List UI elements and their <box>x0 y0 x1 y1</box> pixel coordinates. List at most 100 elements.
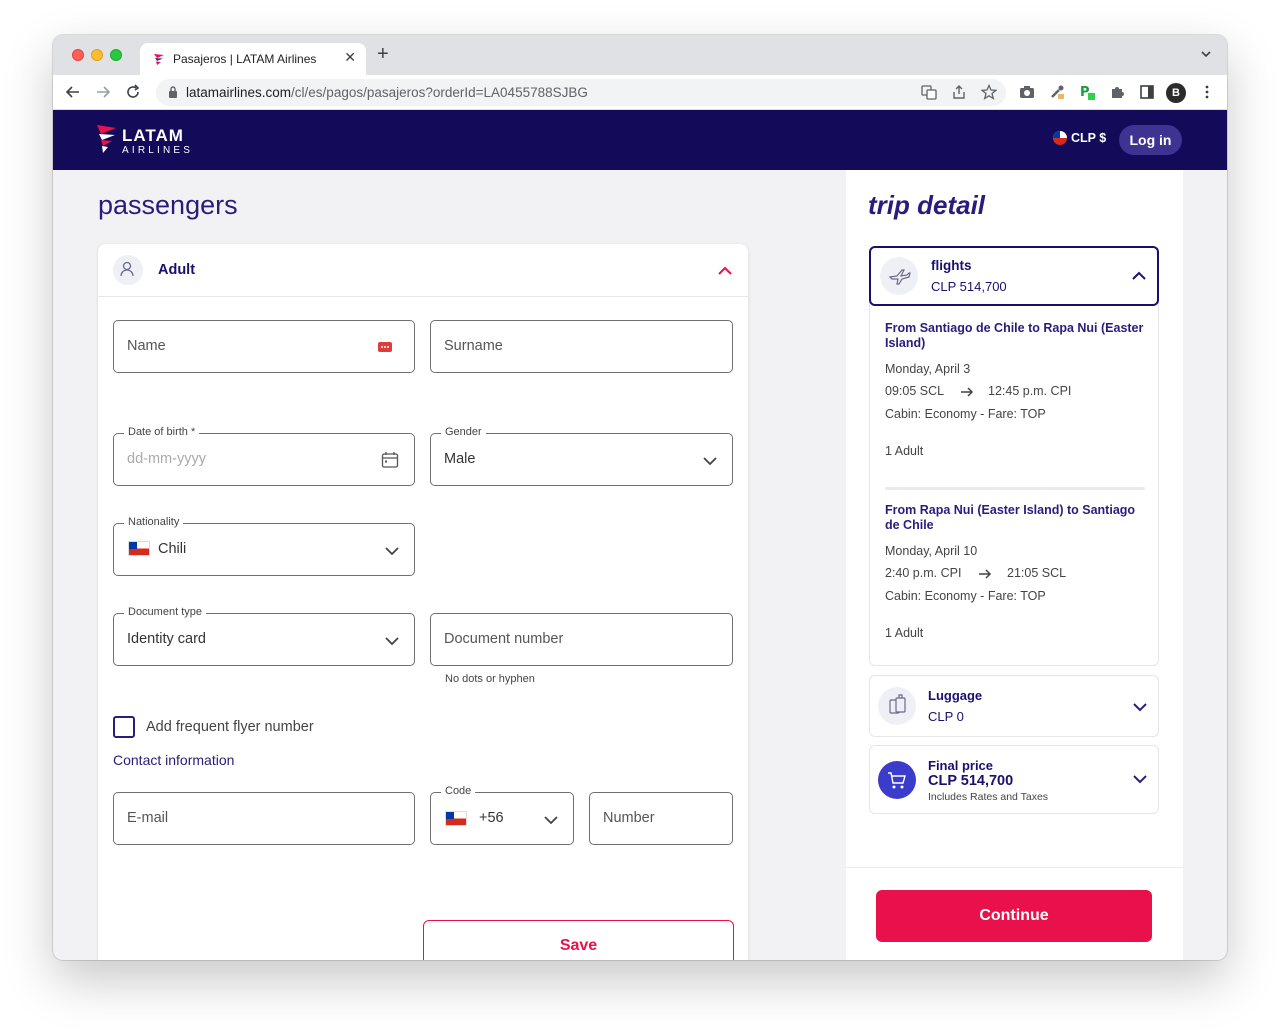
logo-wordmark[interactable]: LATAM <box>122 126 184 146</box>
address-bar[interactable]: latamairlines.com/cl/es/pagos/pasajeros?… <box>156 79 1006 106</box>
tab-close-icon[interactable]: ✕ <box>344 49 356 66</box>
p-extension-icon[interactable]: P <box>1079 84 1095 100</box>
bookmark-star-icon[interactable] <box>981 84 997 100</box>
code-value: +56 <box>479 810 504 826</box>
section-label: Adult <box>158 262 196 278</box>
segment-1-arrive: 12:45 p.m. CPI <box>988 384 1072 398</box>
translate-icon[interactable] <box>921 84 937 100</box>
logo-subtitle: AIRLINES <box>122 145 194 156</box>
segment-1-title: From Santiago de Chile to Rapa Nui (East… <box>885 321 1144 350</box>
flights-header[interactable]: flights CLP 514,700 <box>869 246 1159 306</box>
reload-icon[interactable] <box>125 84 141 100</box>
save-button[interactable]: Save <box>423 920 734 960</box>
close-window-button[interactable] <box>72 49 84 61</box>
luggage-summary[interactable]: Luggage CLP 0 <box>869 675 1159 737</box>
contact-information-heading: Contact information <box>113 752 235 768</box>
frequent-flyer-label[interactable]: Add frequent flyer number <box>146 719 314 735</box>
final-price-summary[interactable]: Final price CLP 514,700 Includes Rates a… <box>869 745 1159 814</box>
passenger-form-card: Adult Name Surname Date of birth * dd-mm… <box>98 244 748 960</box>
arrow-right-icon <box>961 387 974 397</box>
flights-summary: flights CLP 514,700 From Santiago de Chi… <box>869 246 1159 666</box>
phone-code-select[interactable]: Code +56 <box>430 785 574 845</box>
latam-logo-icon[interactable] <box>96 123 118 155</box>
browser-tab[interactable]: Pasajeros | LATAM Airlines ✕ <box>140 43 366 75</box>
email-field[interactable]: E-mail <box>113 792 415 845</box>
person-icon <box>113 255 143 285</box>
chevron-down-icon <box>385 547 399 556</box>
url-text: latamairlines.com/cl/es/pagos/pasajeros?… <box>186 85 588 100</box>
cart-icon <box>878 761 916 799</box>
maximize-window-button[interactable] <box>110 49 122 61</box>
chevron-down-icon <box>703 457 717 466</box>
currency-selector[interactable]: CLP $ <box>1053 131 1106 145</box>
nationality-value: Chili <box>158 541 187 557</box>
chile-flag-icon <box>445 811 467 826</box>
nationality-label: Nationality <box>124 516 184 528</box>
segment-2-title: From Rapa Nui (Easter Island) to Santiag… <box>885 503 1136 532</box>
segment-2-date: Monday, April 10 <box>885 544 978 558</box>
luggage-icon <box>878 687 916 725</box>
adult-section-header[interactable]: Adult <box>98 244 748 297</box>
trip-detail-panel: trip detail flights CLP 514,700 From San… <box>846 170 1183 960</box>
side-panel-icon[interactable] <box>1139 84 1155 100</box>
segment-2-arrive: 21:05 SCL <box>1007 566 1067 580</box>
segment-1-date: Monday, April 3 <box>885 362 971 376</box>
docnumber-placeholder: Document number <box>444 631 564 647</box>
forward-arrow-icon[interactable] <box>95 84 111 100</box>
dob-placeholder: dd-mm-yyyy <box>127 451 206 467</box>
document-type-select[interactable]: Document type Identity card <box>113 606 415 666</box>
new-tab-button[interactable]: + <box>377 44 389 64</box>
chile-flag-icon <box>1053 131 1067 145</box>
arrow-right-icon <box>979 569 992 579</box>
segment-divider <box>885 487 1145 490</box>
chevron-down-icon[interactable] <box>1132 771 1148 787</box>
luggage-title: Luggage <box>928 688 983 703</box>
puzzle-extensions-icon[interactable] <box>1109 84 1125 100</box>
docnumber-helper: No dots or hyphen <box>445 673 535 685</box>
latam-favicon-icon <box>154 54 164 65</box>
phone-number-field[interactable]: Number <box>589 792 733 845</box>
dob-label: Date of birth * <box>124 426 200 438</box>
chile-flag-icon <box>128 541 150 556</box>
chevron-up-icon[interactable] <box>1131 268 1147 284</box>
gender-value: Male <box>444 451 476 467</box>
login-button[interactable]: Log in <box>1119 125 1182 155</box>
page-title: passengers <box>98 190 238 220</box>
chevron-down-icon[interactable] <box>1132 699 1148 715</box>
final-price-title: Final price <box>928 758 994 773</box>
browser-window: Pasajeros | LATAM Airlines ✕ + latamairl… <box>53 35 1227 960</box>
browser-toolbar: latamairlines.com/cl/es/pagos/pasajeros?… <box>53 75 1227 110</box>
segment-2-cabin: Cabin: Economy - Fare: TOP <box>885 589 1046 603</box>
trip-detail-title: trip detail <box>868 190 986 220</box>
flights-price: CLP 514,700 <box>931 279 1007 294</box>
password-manager-icon[interactable] <box>378 340 392 354</box>
calendar-icon[interactable] <box>381 451 399 469</box>
tab-title: Pasajeros | LATAM Airlines <box>173 52 317 66</box>
doctype-value: Identity card <box>127 631 206 647</box>
nationality-select[interactable]: Nationality Chili <box>113 516 415 576</box>
segment-2-depart: 2:40 p.m. CPI <box>885 566 962 580</box>
share-icon[interactable] <box>951 84 967 100</box>
surname-field[interactable]: Surname <box>430 320 733 373</box>
minimize-window-button[interactable] <box>91 49 103 61</box>
profile-avatar[interactable]: B <box>1166 83 1186 103</box>
chevron-down-icon <box>385 637 399 646</box>
currency-label: CLP $ <box>1071 131 1107 145</box>
gender-label: Gender <box>441 426 486 438</box>
continue-button[interactable]: Continue <box>876 890 1152 942</box>
chevron-up-icon[interactable] <box>717 263 733 279</box>
gender-select[interactable]: Gender Male <box>430 426 733 486</box>
chevron-down-icon <box>544 816 558 825</box>
email-placeholder: E-mail <box>127 810 169 826</box>
frequent-flyer-checkbox[interactable] <box>113 716 135 738</box>
name-field[interactable]: Name <box>113 320 415 373</box>
site-header: LATAM AIRLINES CLP $ Log in <box>53 110 1227 170</box>
kebab-menu-icon[interactable] <box>1199 84 1215 100</box>
camera-icon[interactable] <box>1019 84 1035 100</box>
chevron-down-icon[interactable] <box>1199 47 1213 61</box>
date-of-birth-field[interactable]: Date of birth * dd-mm-yyyy <box>113 426 415 486</box>
code-label: Code <box>441 785 476 797</box>
document-number-field[interactable]: Document number <box>430 613 733 666</box>
back-arrow-icon[interactable] <box>65 84 81 100</box>
eyedropper-extension-icon[interactable] <box>1049 84 1065 100</box>
